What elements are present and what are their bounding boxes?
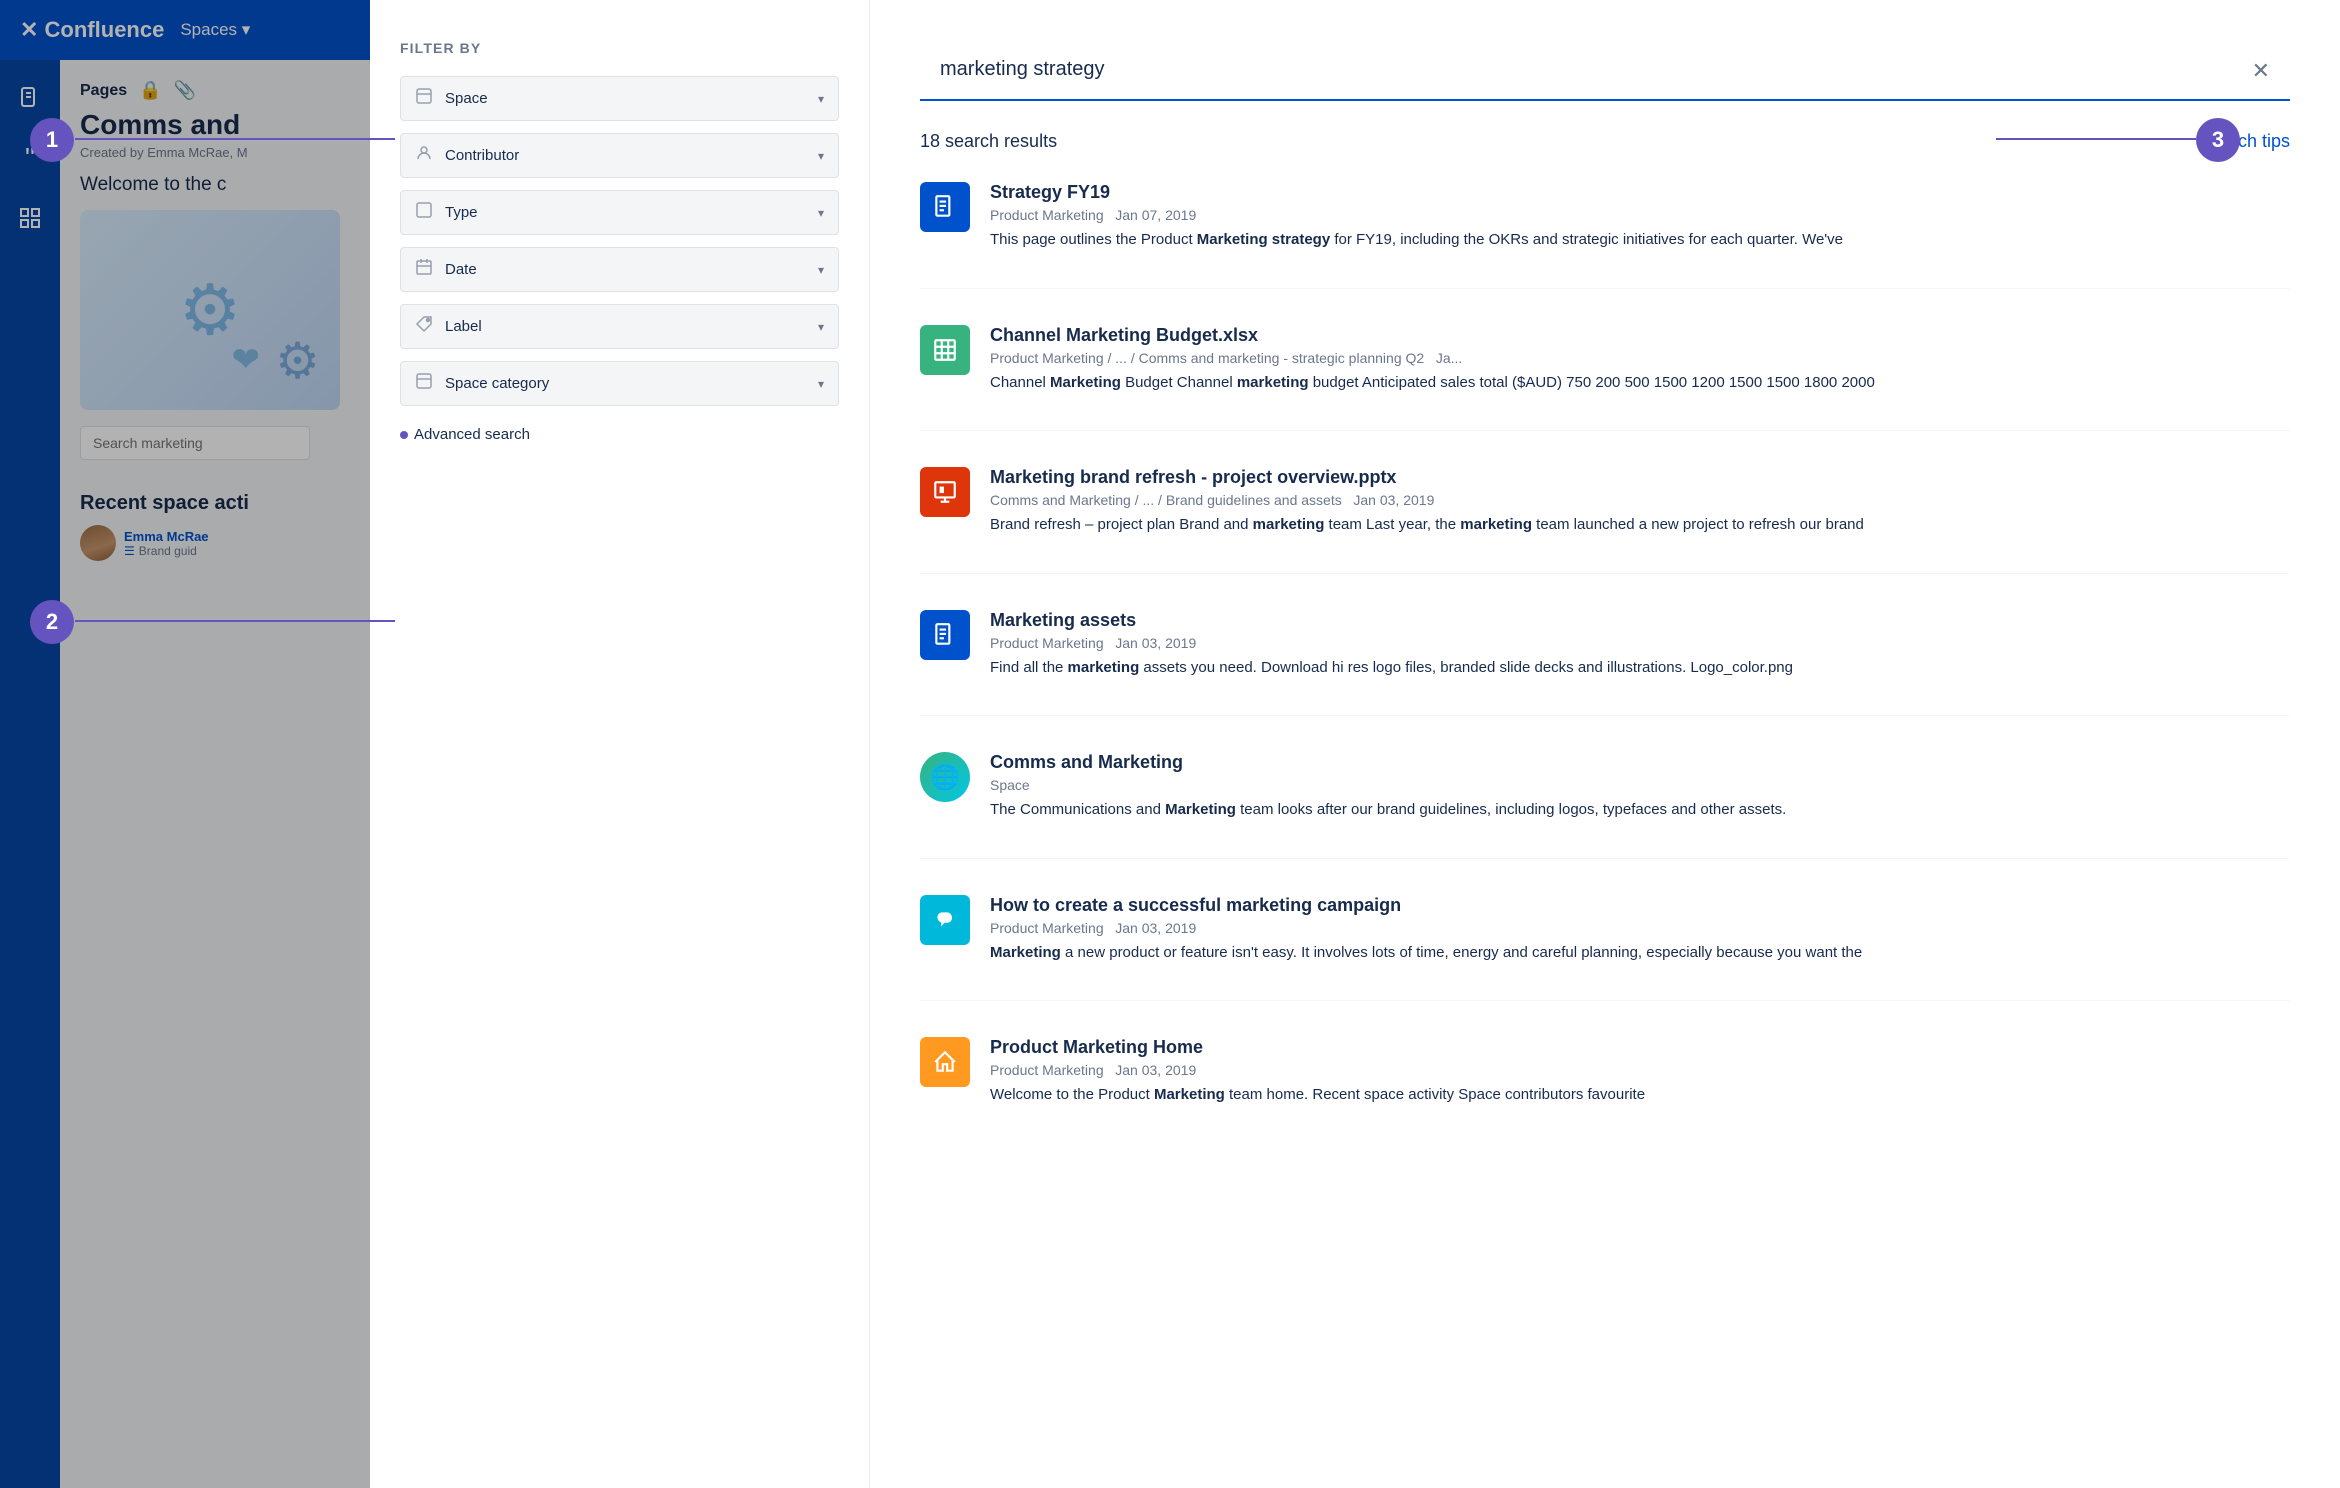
result-snippet: This page outlines the Product Marketing… <box>990 229 2290 252</box>
result-title[interactable]: Channel Marketing Budget.xlsx <box>990 325 2290 346</box>
date-chevron-icon: ▾ <box>818 263 824 277</box>
type-filter-label: Type <box>445 204 478 221</box>
result-meta: Product Marketing / ... / Comms and mark… <box>990 350 2290 366</box>
advanced-search-bullet <box>400 431 408 439</box>
result-icon-document <box>920 182 970 232</box>
result-title[interactable]: Marketing brand refresh - project overvi… <box>990 467 2290 488</box>
result-snippet: Find all the marketing assets you need. … <box>990 657 2290 680</box>
filter-space[interactable]: Space ▾ <box>400 76 839 121</box>
result-meta: Product Marketing Jan 03, 2019 <box>990 920 2290 936</box>
filter-sidebar: FILTER BY Space ▾ Contributor ▾ <box>370 0 870 1488</box>
filter-space-category[interactable]: Space category ▾ <box>400 361 839 406</box>
results-header: 18 search results Search tips <box>920 131 2290 152</box>
label-chevron-icon: ▾ <box>818 320 824 334</box>
result-snippet: Channel Marketing Budget Channel marketi… <box>990 372 2290 395</box>
result-item: Product Marketing Home Product Marketing… <box>920 1037 2290 1143</box>
result-item: Channel Marketing Budget.xlsx Product Ma… <box>920 325 2290 432</box>
result-content: Marketing brand refresh - project overvi… <box>990 467 2290 537</box>
result-icon-presentation <box>920 467 970 517</box>
result-content: Marketing assets Product Marketing Jan 0… <box>990 610 2290 680</box>
annotation-2-line <box>75 620 395 622</box>
results-count: 18 search results <box>920 131 1057 152</box>
result-title[interactable]: Comms and Marketing <box>990 752 2290 773</box>
result-snippet: The Communications and Marketing team lo… <box>990 799 2290 822</box>
result-content: Channel Marketing Budget.xlsx Product Ma… <box>990 325 2290 395</box>
label-filter-icon <box>415 315 435 338</box>
filter-date[interactable]: Date ▾ <box>400 247 839 292</box>
result-meta: Product Marketing Jan 07, 2019 <box>990 207 2290 223</box>
result-meta: Comms and Marketing / ... / Brand guidel… <box>990 492 2290 508</box>
result-icon-home <box>920 1037 970 1087</box>
space-category-chevron-icon: ▾ <box>818 377 824 391</box>
result-title[interactable]: Strategy FY19 <box>990 182 2290 203</box>
result-icon-quote <box>920 895 970 945</box>
result-meta: Space <box>990 777 2290 793</box>
space-category-filter-icon <box>415 372 435 395</box>
advanced-search-label: Advanced search <box>414 426 530 443</box>
type-filter-icon <box>415 201 435 224</box>
filter-label[interactable]: Label ▾ <box>400 304 839 349</box>
result-content: Product Marketing Home Product Marketing… <box>990 1037 2290 1107</box>
result-icon-space: 🌐 <box>920 752 970 802</box>
search-panel: FILTER BY Space ▾ Contributor ▾ <box>370 0 2340 1488</box>
result-snippet: Welcome to the Product Marketing team ho… <box>990 1084 2290 1107</box>
type-chevron-icon: ▾ <box>818 206 824 220</box>
contributor-filter-icon <box>415 144 435 167</box>
result-snippet: Marketing a new product or feature isn't… <box>990 942 2290 965</box>
annotation-1: 1 <box>30 118 74 162</box>
advanced-search-link[interactable]: Advanced search <box>400 426 839 443</box>
annotation-2: 2 <box>30 600 74 644</box>
result-meta: Product Marketing Jan 03, 2019 <box>990 1062 2290 1078</box>
label-filter-label: Label <box>445 318 482 335</box>
result-icon-document2 <box>920 610 970 660</box>
result-item: How to create a successful marketing cam… <box>920 895 2290 1002</box>
result-item: Strategy FY19 Product Marketing Jan 07, … <box>920 182 2290 289</box>
result-title[interactable]: Product Marketing Home <box>990 1037 2290 1058</box>
result-item: 🌐 Comms and Marketing Space The Communic… <box>920 752 2290 859</box>
annotation-3-line <box>1996 138 2196 140</box>
result-item: Marketing assets Product Marketing Jan 0… <box>920 610 2290 717</box>
result-title[interactable]: How to create a successful marketing cam… <box>990 895 2290 916</box>
search-input[interactable] <box>920 40 2290 101</box>
filter-by-label: FILTER BY <box>400 40 839 56</box>
space-filter-label: Space <box>445 90 488 107</box>
result-content: Comms and Marketing Space The Communicat… <box>990 752 2290 822</box>
date-filter-icon <box>415 258 435 281</box>
filter-contributor[interactable]: Contributor ▾ <box>400 133 839 178</box>
filter-type[interactable]: Type ▾ <box>400 190 839 235</box>
results-panel: ✕ 18 search results Search tips Strategy… <box>870 0 2340 1488</box>
result-content: Strategy FY19 Product Marketing Jan 07, … <box>990 182 2290 252</box>
contributor-filter-label: Contributor <box>445 147 519 164</box>
result-title[interactable]: Marketing assets <box>990 610 2290 631</box>
space-category-filter-label: Space category <box>445 375 549 392</box>
annotation-3: 3 <box>2196 118 2240 162</box>
annotation-1-line <box>75 138 395 140</box>
search-bar-container: ✕ <box>920 40 2290 101</box>
space-chevron-icon: ▾ <box>818 92 824 106</box>
result-meta: Product Marketing Jan 03, 2019 <box>990 635 2290 651</box>
result-snippet: Brand refresh – project plan Brand and m… <box>990 514 2290 537</box>
search-clear-button[interactable]: ✕ <box>2252 58 2270 84</box>
result-icon-spreadsheet <box>920 325 970 375</box>
result-item: Marketing brand refresh - project overvi… <box>920 467 2290 574</box>
result-content: How to create a successful marketing cam… <box>990 895 2290 965</box>
contributor-chevron-icon: ▾ <box>818 149 824 163</box>
date-filter-label: Date <box>445 261 477 278</box>
space-filter-icon <box>415 87 435 110</box>
